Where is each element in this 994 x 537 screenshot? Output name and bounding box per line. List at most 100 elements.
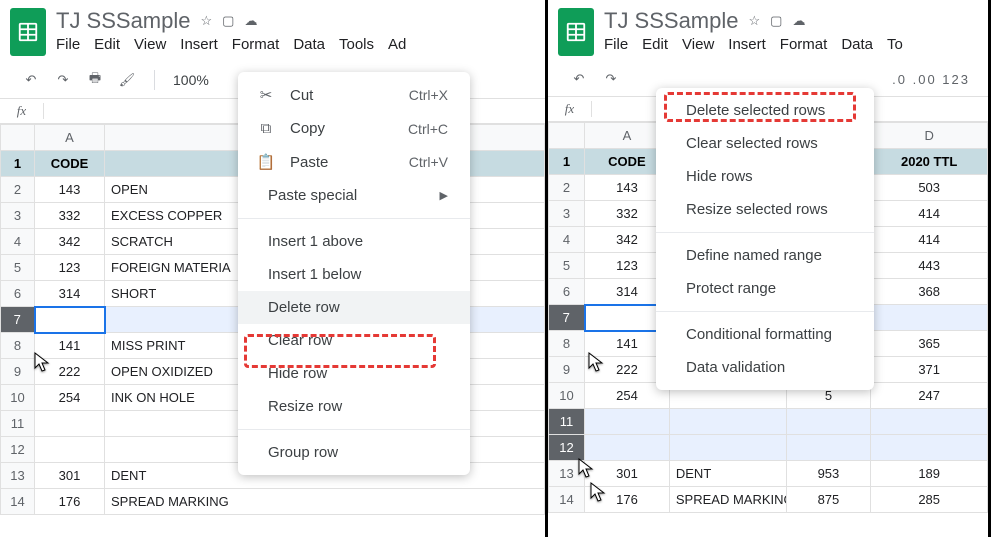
cell[interactable]: 189 (871, 461, 988, 487)
cell[interactable]: 332 (35, 203, 105, 229)
select-all-cell[interactable] (549, 123, 585, 149)
cell[interactable]: 414 (871, 227, 988, 253)
cell[interactable]: 371 (871, 357, 988, 383)
cell[interactable]: CODE (35, 151, 105, 177)
move-icon[interactable]: ▢ (770, 13, 782, 29)
cell[interactable]: 2020 TTL (871, 149, 988, 175)
cell[interactable]: 123 (35, 255, 105, 281)
menu-file[interactable]: File (604, 36, 628, 53)
menu-cut[interactable]: ✂ Cut Ctrl+X (238, 78, 470, 112)
menu-resize-selected-rows[interactable]: Resize selected rows (656, 193, 874, 226)
row-header[interactable]: 1 (549, 149, 585, 175)
undo-icon[interactable]: ↶ (570, 70, 588, 88)
cell[interactable]: 222 (35, 359, 105, 385)
cell[interactable]: DENT (669, 461, 786, 487)
row-header[interactable]: 4 (549, 227, 585, 253)
cell[interactable]: 414 (871, 201, 988, 227)
cell[interactable] (786, 409, 871, 435)
cell[interactable] (786, 435, 871, 461)
cell[interactable]: 143 (35, 177, 105, 203)
menu-file[interactable]: File (56, 36, 80, 53)
menu-view[interactable]: View (134, 36, 166, 53)
menu-format[interactable]: Format (232, 36, 280, 53)
cloud-icon[interactable]: ☁ (792, 13, 805, 29)
menu-protect-range[interactable]: Protect range (656, 272, 874, 305)
cell[interactable]: 301 (585, 461, 670, 487)
row-header[interactable]: 3 (1, 203, 35, 229)
cell[interactable] (35, 307, 105, 333)
menu-insert[interactable]: Insert (180, 36, 218, 53)
cell[interactable] (871, 305, 988, 331)
cell[interactable]: 176 (35, 489, 105, 515)
cell[interactable]: 141 (35, 333, 105, 359)
row-header[interactable]: 5 (1, 255, 35, 281)
row-header[interactable]: 14 (549, 487, 585, 513)
row-header[interactable]: 12 (549, 435, 585, 461)
cell[interactable]: 254 (35, 385, 105, 411)
star-icon[interactable]: ☆ (201, 13, 213, 29)
cell[interactable]: 365 (871, 331, 988, 357)
row-header[interactable]: 10 (1, 385, 35, 411)
row-header[interactable]: 2 (1, 177, 35, 203)
menu-tools[interactable]: Tools (339, 36, 374, 53)
print-icon[interactable]: 🖶 (86, 71, 104, 89)
cell[interactable]: 247 (871, 383, 988, 409)
cell[interactable] (871, 409, 988, 435)
row-header[interactable]: 7 (549, 305, 585, 331)
menu-insert[interactable]: Insert (728, 36, 766, 53)
col-header-A[interactable]: A (35, 125, 105, 151)
menu-tools[interactable]: To (887, 36, 903, 53)
menu-format[interactable]: Format (780, 36, 828, 53)
menu-delete-selected-rows[interactable]: Delete selected rows (656, 94, 874, 127)
row-header[interactable]: 3 (549, 201, 585, 227)
cell[interactable]: 503 (871, 175, 988, 201)
cell[interactable]: SPREAD MARKING (669, 487, 786, 513)
row-header[interactable]: 10 (549, 383, 585, 409)
col-header-D[interactable]: D (871, 123, 988, 149)
cloud-icon[interactable]: ☁ (244, 13, 257, 29)
menu-data-validation[interactable]: Data validation (656, 351, 874, 384)
doc-title[interactable]: TJ SSSample (604, 8, 739, 34)
menu-insert-above[interactable]: Insert 1 above (238, 225, 470, 258)
menu-clear-row[interactable]: Clear row (238, 324, 470, 357)
row-header[interactable]: 11 (1, 411, 35, 437)
cell[interactable]: SPREAD MARKING (105, 489, 545, 515)
menu-define-named-range[interactable]: Define named range (656, 239, 874, 272)
menu-group-row[interactable]: Group row (238, 436, 470, 469)
cell[interactable] (585, 409, 670, 435)
cell[interactable] (585, 435, 670, 461)
star-icon[interactable]: ☆ (749, 13, 761, 29)
menu-view[interactable]: View (682, 36, 714, 53)
cell[interactable]: 176 (585, 487, 670, 513)
menu-edit[interactable]: Edit (642, 36, 668, 53)
paint-format-icon[interactable]: 🖌 (118, 71, 136, 89)
row-header[interactable]: 5 (549, 253, 585, 279)
row-header[interactable]: 9 (549, 357, 585, 383)
cell[interactable] (35, 437, 105, 463)
cell[interactable]: 953 (786, 461, 871, 487)
row-header[interactable]: 2 (549, 175, 585, 201)
cell[interactable]: 301 (35, 463, 105, 489)
row-header[interactable]: 12 (1, 437, 35, 463)
menu-insert-below[interactable]: Insert 1 below (238, 258, 470, 291)
doc-title[interactable]: TJ SSSample (56, 8, 191, 34)
row-header[interactable]: 6 (1, 281, 35, 307)
menu-hide-rows[interactable]: Hide rows (656, 160, 874, 193)
row-header[interactable]: 11 (549, 409, 585, 435)
redo-icon[interactable]: ↷ (54, 71, 72, 89)
menu-hide-row[interactable]: Hide row (238, 357, 470, 390)
row-header[interactable]: 8 (1, 333, 35, 359)
menu-clear-selected-rows[interactable]: Clear selected rows (656, 127, 874, 160)
sheets-doc-icon[interactable] (10, 8, 46, 56)
menu-edit[interactable]: Edit (94, 36, 120, 53)
menu-data[interactable]: Data (293, 36, 325, 53)
row-header[interactable]: 14 (1, 489, 35, 515)
menu-addons[interactable]: Ad (388, 36, 406, 53)
cell[interactable]: 368 (871, 279, 988, 305)
cell[interactable]: 875 (786, 487, 871, 513)
cell[interactable] (669, 435, 786, 461)
zoom-level[interactable]: 100% (173, 72, 209, 88)
menu-copy[interactable]: ⧉ Copy Ctrl+C (238, 112, 470, 145)
menu-resize-row[interactable]: Resize row (238, 390, 470, 423)
row-header[interactable]: 13 (1, 463, 35, 489)
